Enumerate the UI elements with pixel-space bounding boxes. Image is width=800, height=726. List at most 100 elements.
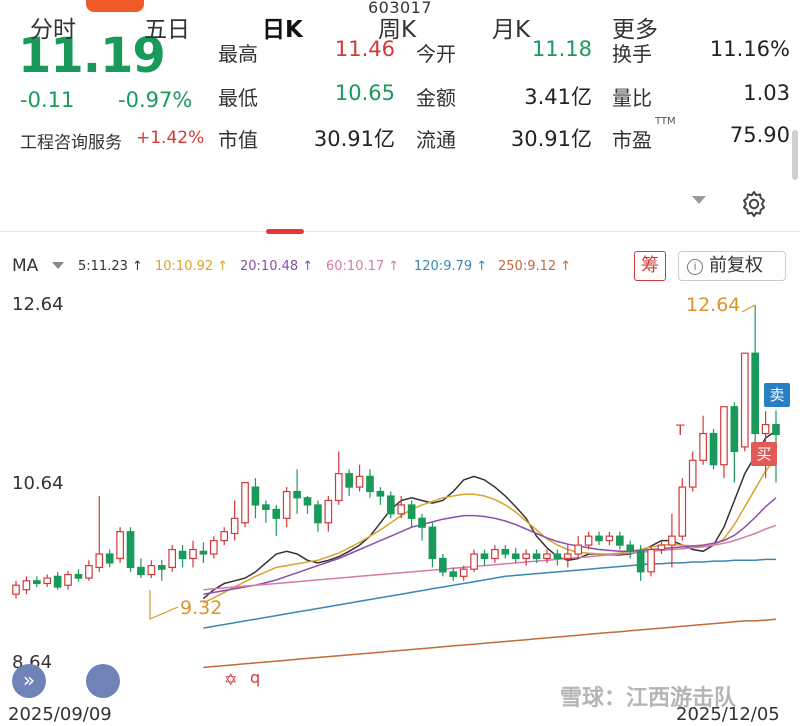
candle-body [105,553,114,564]
buy-signal-badge[interactable]: 买 [751,442,777,466]
tab-intraday[interactable]: 分时 [30,10,76,44]
ttm-label: TTM [655,116,676,127]
sector-name[interactable]: 工程咨询服务 [20,128,122,153]
candle-body [428,526,437,560]
quote-label-open: 今开 [416,42,456,66]
candle[interactable] [157,560,166,581]
candle[interactable] [251,478,260,519]
candle[interactable] [220,527,229,546]
candle[interactable] [678,478,687,541]
candle-body [95,553,104,568]
candle-body [574,544,583,555]
candle[interactable] [314,500,322,532]
candle[interactable] [199,542,208,563]
candle[interactable] [595,531,603,546]
tab-more[interactable]: 更多 [612,10,658,44]
ma-caret-icon[interactable] [52,262,64,269]
event-marker-label[interactable]: q [250,668,260,687]
scrollbar[interactable] [792,130,798,180]
candle[interactable] [480,549,489,566]
tab-weekly-k[interactable]: 周K [378,10,416,44]
candle[interactable] [376,487,385,505]
candle[interactable] [439,554,447,577]
candle[interactable] [418,513,426,541]
candle[interactable] [126,527,135,572]
candle[interactable] [522,549,530,566]
candle[interactable] [407,500,416,528]
candle-body [53,575,62,588]
tab-five-day[interactable]: 五日 [144,10,190,44]
price-adjust-button[interactable]: i 前复权 [678,251,786,281]
candle[interactable] [230,500,239,541]
sell-signal-badge[interactable]: 卖 [764,383,790,407]
candle[interactable] [53,571,62,590]
t-marker: T [676,423,685,439]
candle[interactable] [345,469,353,496]
candle[interactable] [553,549,562,566]
fast-forward-button[interactable]: » [12,664,46,698]
ma-line-ma250 [203,618,777,669]
gear-icon[interactable] [738,188,770,220]
candle[interactable] [241,482,249,528]
candle[interactable] [116,527,124,563]
candle[interactable] [470,549,478,572]
candle[interactable] [355,464,364,492]
candle[interactable] [64,570,72,590]
candle[interactable] [209,536,218,559]
event-marker-icon[interactable]: ✡ [224,670,237,689]
candle[interactable] [22,576,31,595]
candle[interactable] [699,415,707,465]
candle[interactable] [366,469,374,498]
candle[interactable] [105,549,114,568]
kline-chart[interactable] [0,290,800,690]
candle[interactable] [262,500,270,523]
candle[interactable] [272,504,281,537]
chart-tool-button[interactable] [86,664,120,698]
candle[interactable] [751,305,760,443]
candle[interactable] [147,560,156,579]
info-icon: i [687,259,703,275]
candle[interactable] [709,429,718,470]
candle[interactable] [574,536,583,559]
ma-selector[interactable]: MA [12,256,38,276]
chevron-down-icon[interactable] [692,196,706,204]
candle[interactable] [688,451,697,492]
candle[interactable] [282,487,291,528]
candle[interactable] [491,545,499,563]
candle-body [647,548,655,573]
candle[interactable] [293,469,301,514]
tab-daily-k[interactable]: 日K [262,10,303,44]
candle-body [324,499,333,524]
candle[interactable] [189,540,197,568]
candle[interactable] [720,406,728,479]
candle[interactable] [511,547,520,563]
candle[interactable] [12,580,20,599]
candle[interactable] [668,513,676,568]
candle[interactable] [43,574,52,588]
candle[interactable] [334,451,343,505]
candle[interactable] [324,495,333,532]
candle[interactable] [168,545,176,572]
candle-body [668,535,676,546]
candle[interactable] [137,558,145,579]
candle[interactable] [616,531,624,550]
candle[interactable] [730,402,739,483]
candle[interactable] [428,522,437,568]
chip-distribution-button[interactable]: 筹 [634,251,666,281]
candle[interactable] [95,495,104,572]
candle-body [22,580,31,591]
tab-monthly-k[interactable]: 月K [492,10,530,44]
candle[interactable] [501,545,510,559]
candle[interactable] [85,560,93,581]
candle[interactable] [449,567,458,581]
candle[interactable] [178,545,187,568]
candle[interactable] [303,495,312,514]
candle[interactable] [32,576,41,588]
watermark: 雪球：江西游击队 [560,686,737,711]
candle[interactable] [626,540,635,559]
candle[interactable] [740,352,749,452]
candle[interactable] [386,491,395,519]
candle[interactable] [605,531,614,546]
candle[interactable] [74,569,83,582]
candle[interactable] [647,545,655,577]
